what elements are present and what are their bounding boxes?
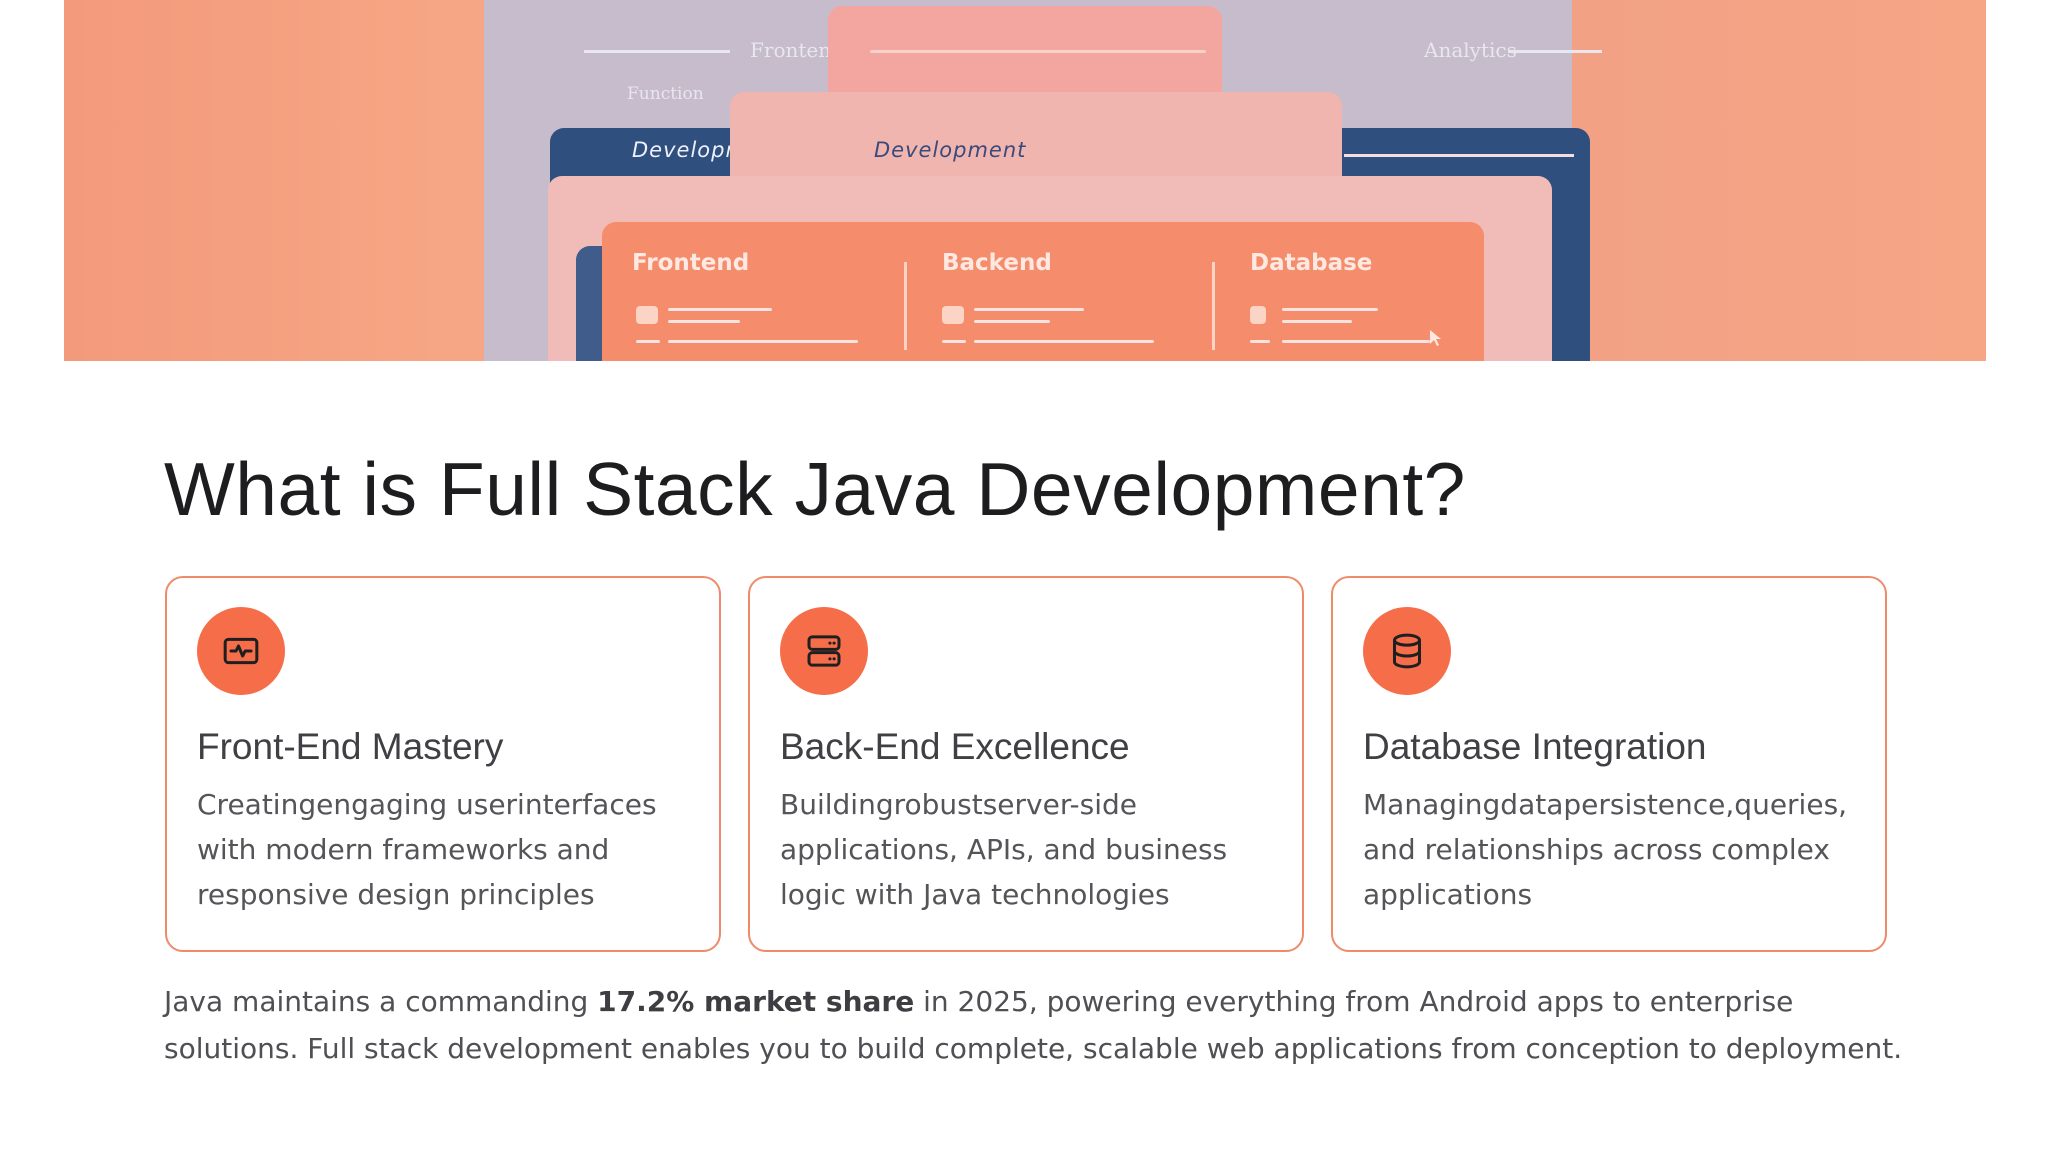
feature-card-database: Database Integration Managingdatapersist… — [1331, 576, 1887, 952]
hero-line — [974, 320, 1050, 323]
activity-monitor-icon — [197, 607, 285, 695]
hero-line — [584, 50, 730, 53]
hero-line — [974, 340, 1154, 343]
hero-line — [1508, 50, 1602, 53]
hero-line — [636, 340, 660, 343]
hero-line — [942, 340, 966, 343]
feature-title: Database Integration — [1363, 726, 1707, 767]
hero-line — [974, 308, 1084, 311]
server-icon — [780, 607, 868, 695]
hero-line — [1250, 340, 1270, 343]
page-title: What is Full Stack Java Development? — [164, 447, 1466, 531]
hero-column-backend: Backend — [942, 250, 1052, 276]
feature-cards: Front-End Mastery Creatingengaging useri… — [165, 576, 1887, 952]
hero-line — [668, 320, 740, 323]
hero-column-database: Database — [1250, 250, 1373, 276]
hero-line — [870, 50, 1206, 53]
feature-title: Front-End Mastery — [197, 726, 504, 767]
hero-line — [1282, 308, 1378, 311]
hero-row-square — [636, 306, 658, 324]
hero-row-square — [942, 306, 964, 324]
feature-description: Creatingengaging userinterfaces with mod… — [197, 788, 657, 911]
hero-line — [1344, 154, 1574, 157]
hero-line — [668, 308, 772, 311]
hero-label-analytics: Analytics — [1424, 38, 1517, 62]
feature-description: Managingdatapersistence,queries, and rel… — [1363, 788, 1848, 911]
feature-description: Buildingrobustserver-side applications, … — [780, 788, 1228, 911]
hero-label-development-right: Development — [874, 138, 1027, 162]
paragraph-text-start: Java maintains a commanding — [164, 985, 598, 1018]
feature-card-frontend: Front-End Mastery Creatingengaging useri… — [165, 576, 721, 952]
market-share-highlight: 17.2% market share — [597, 985, 915, 1018]
feature-card-backend: Back-End Excellence Buildingrobustserver… — [748, 576, 1304, 952]
hero-row-square — [1250, 306, 1266, 324]
feature-title: Back-End Excellence — [780, 726, 1130, 767]
hero-label-function: Function — [627, 84, 704, 104]
hero-line — [668, 340, 858, 343]
hero-column-frontend: Frontend — [632, 250, 750, 276]
intro-paragraph: Java maintains a commanding 17.2% market… — [164, 978, 1924, 1072]
hero-line — [1282, 340, 1430, 343]
hero-divider — [1212, 262, 1215, 350]
hero-divider — [904, 262, 907, 350]
cursor-icon — [1430, 330, 1441, 346]
hero-line — [1282, 320, 1352, 323]
hero-front-card: Frontend Backend Database — [602, 222, 1484, 361]
hero-illustration: Frontend Function Analytics Developmente… — [64, 0, 1986, 361]
database-icon — [1363, 607, 1451, 695]
